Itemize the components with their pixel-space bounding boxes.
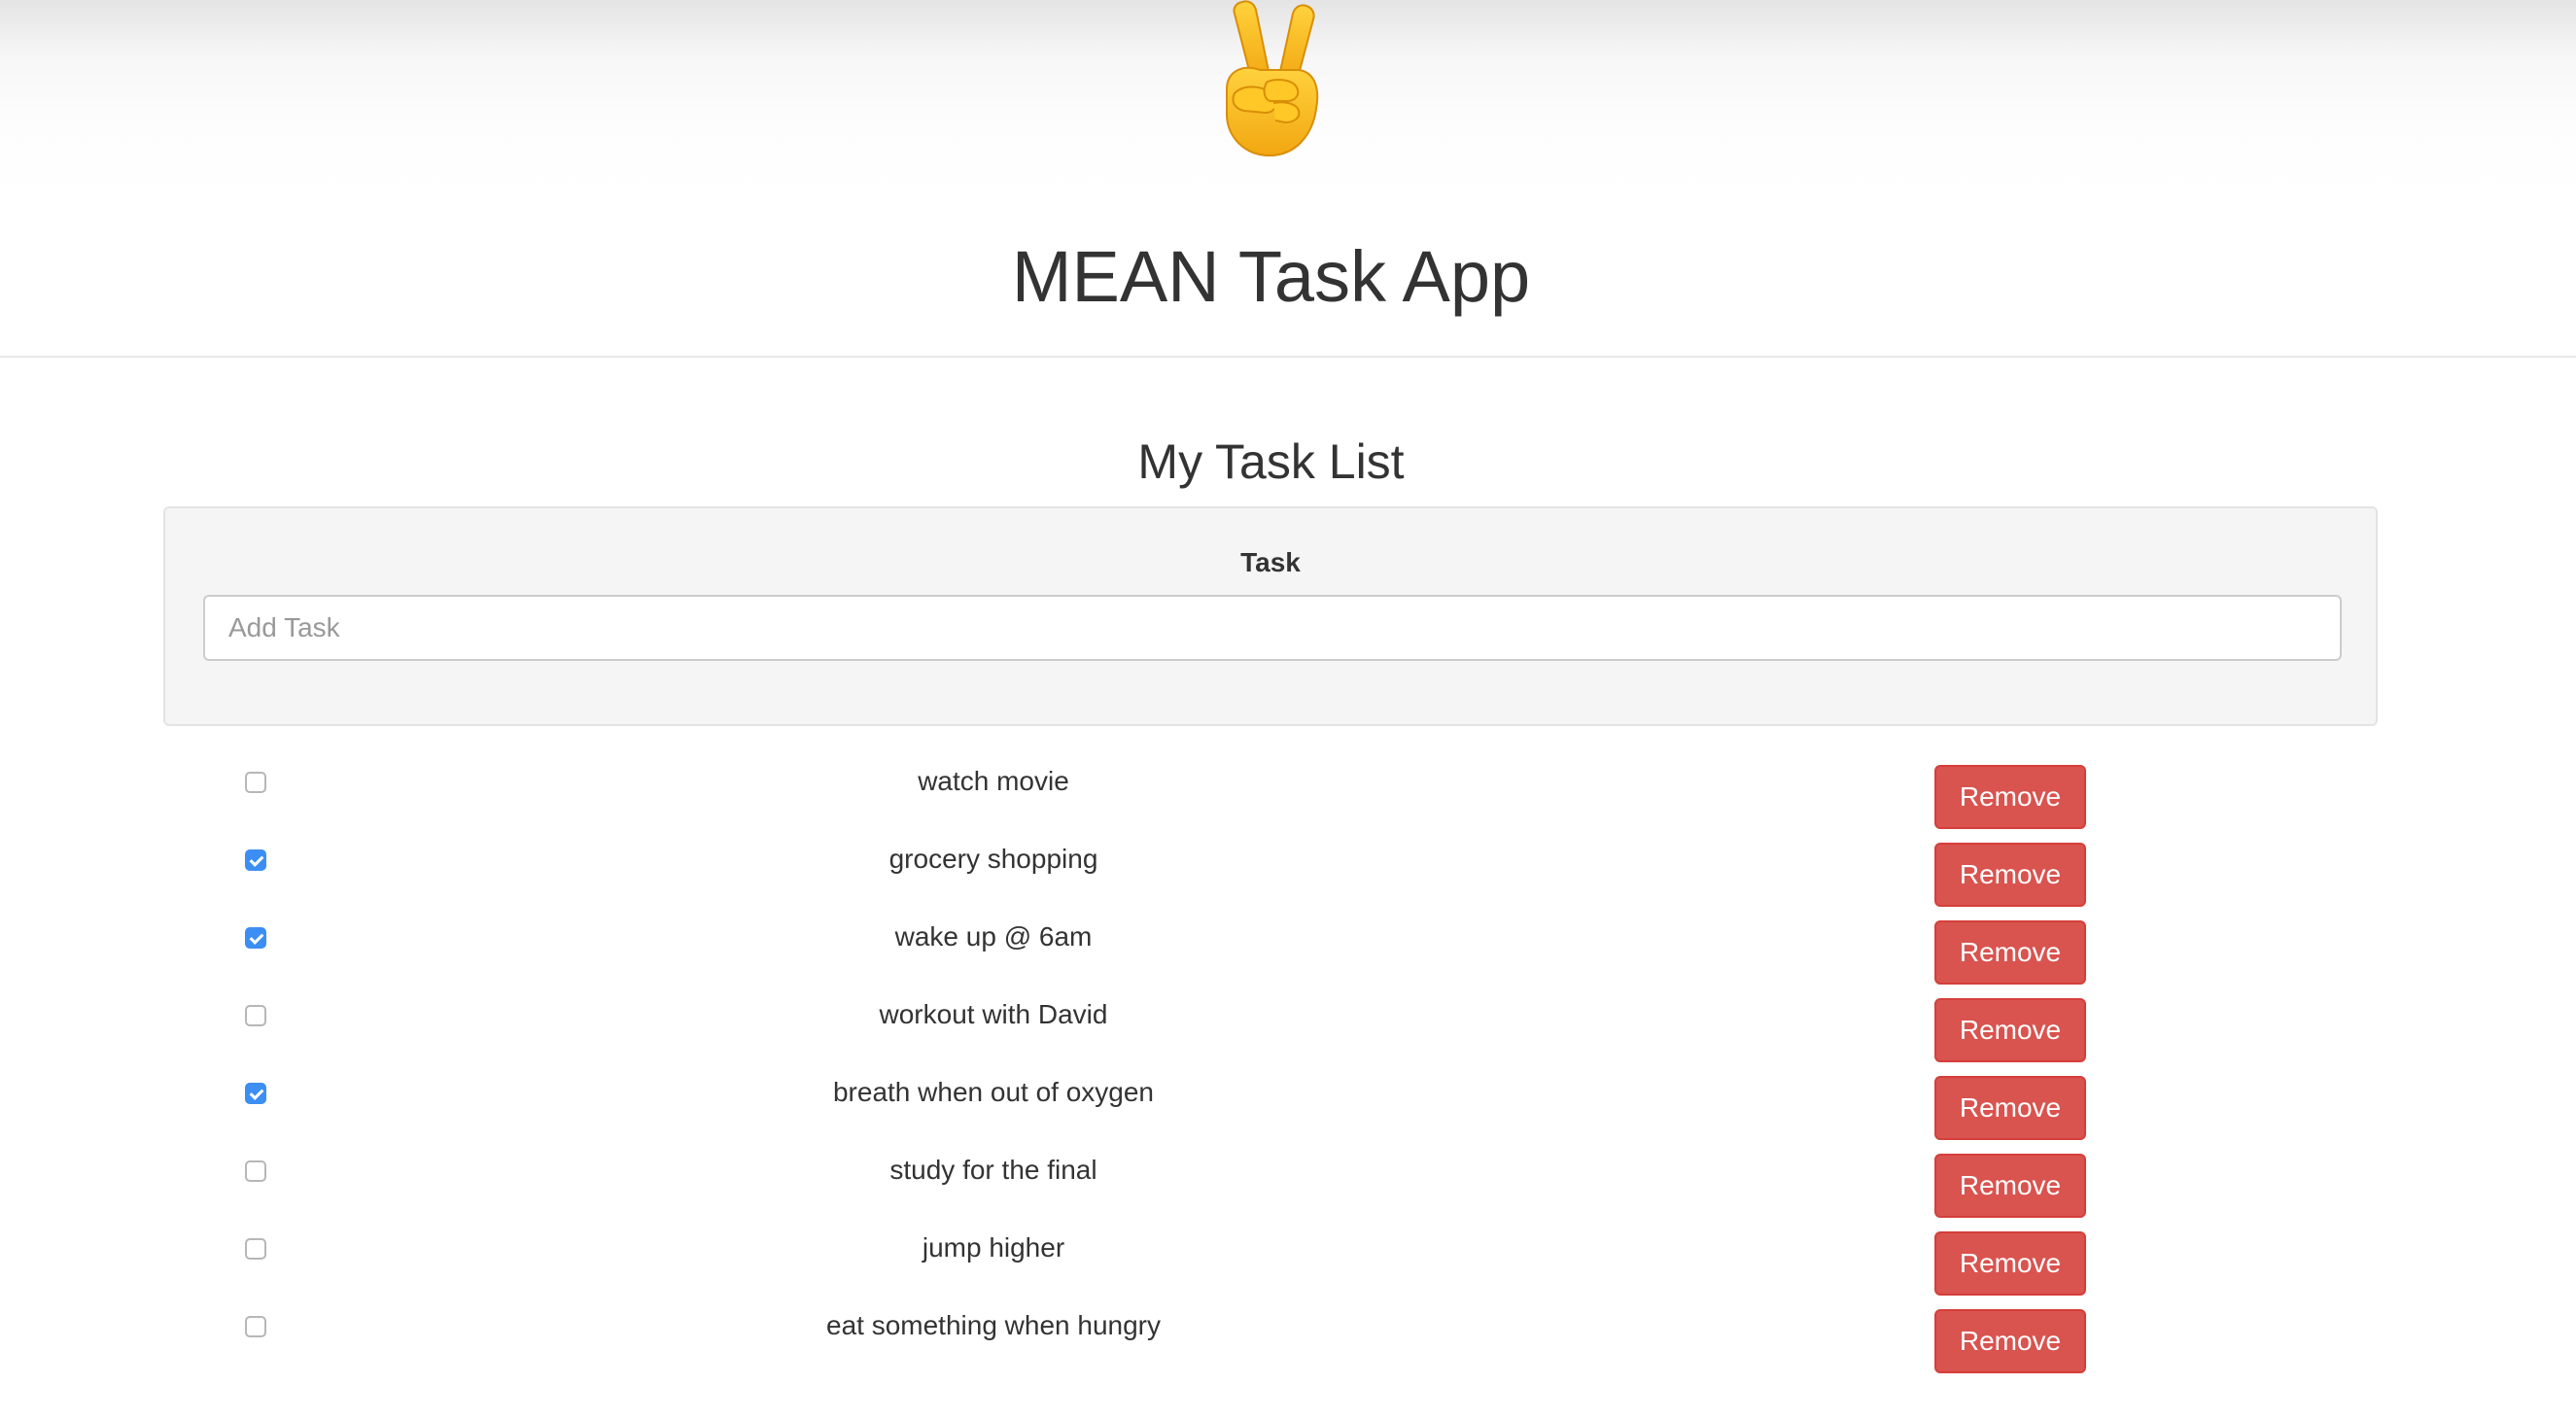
remove-task-button[interactable]: Remove [1934, 1154, 2086, 1218]
app-title: MEAN Task App [1011, 236, 1531, 317]
remove-task-button[interactable]: Remove [1934, 1309, 2086, 1373]
task-row: grocery shopping Remove [0, 836, 2576, 907]
task-row: wake up @ 6am Remove [0, 914, 2576, 985]
task-row: watch movie Remove [0, 758, 2576, 829]
task-row: workout with David Remove [0, 991, 2576, 1062]
add-task-input[interactable] [203, 595, 2342, 661]
remove-task-button[interactable]: Remove [1934, 1231, 2086, 1296]
task-done-checkbox[interactable] [245, 927, 266, 949]
remove-task-button[interactable]: Remove [1934, 998, 2086, 1062]
task-title: eat something when hungry [826, 1310, 1161, 1340]
task-done-checkbox[interactable] [245, 1238, 266, 1260]
task-done-checkbox[interactable] [245, 1083, 266, 1104]
task-title: workout with David [879, 999, 1108, 1029]
task-title: study for the final [889, 1155, 1097, 1185]
page-header: MEAN Task App [0, 0, 2576, 358]
remove-task-button[interactable]: Remove [1934, 765, 2086, 829]
task-title: wake up @ 6am [894, 921, 1093, 952]
task-row: jump higher Remove [0, 1225, 2576, 1296]
task-row: eat something when hungry Remove [0, 1302, 2576, 1373]
add-task-form: Task [163, 506, 2378, 726]
task-field-label: Task [1240, 547, 1301, 577]
victory-hand-icon [1226, 0, 1319, 157]
task-title: watch movie [918, 766, 1069, 796]
task-done-checkbox[interactable] [245, 1316, 266, 1337]
task-title: grocery shopping [888, 844, 1098, 874]
remove-task-button[interactable]: Remove [1934, 920, 2086, 985]
task-done-checkbox[interactable] [245, 1005, 266, 1026]
task-row: breath when out of oxygen Remove [0, 1069, 2576, 1140]
task-done-checkbox[interactable] [245, 849, 266, 871]
task-done-checkbox[interactable] [245, 772, 266, 793]
remove-task-button[interactable]: Remove [1934, 1076, 2086, 1140]
task-list-title: My Task List [1137, 434, 1405, 489]
task-done-checkbox[interactable] [245, 1160, 266, 1182]
task-title: jump higher [922, 1232, 1065, 1263]
task-title: breath when out of oxygen [832, 1077, 1154, 1107]
task-row: study for the final Remove [0, 1147, 2576, 1218]
remove-task-button[interactable]: Remove [1934, 843, 2086, 907]
